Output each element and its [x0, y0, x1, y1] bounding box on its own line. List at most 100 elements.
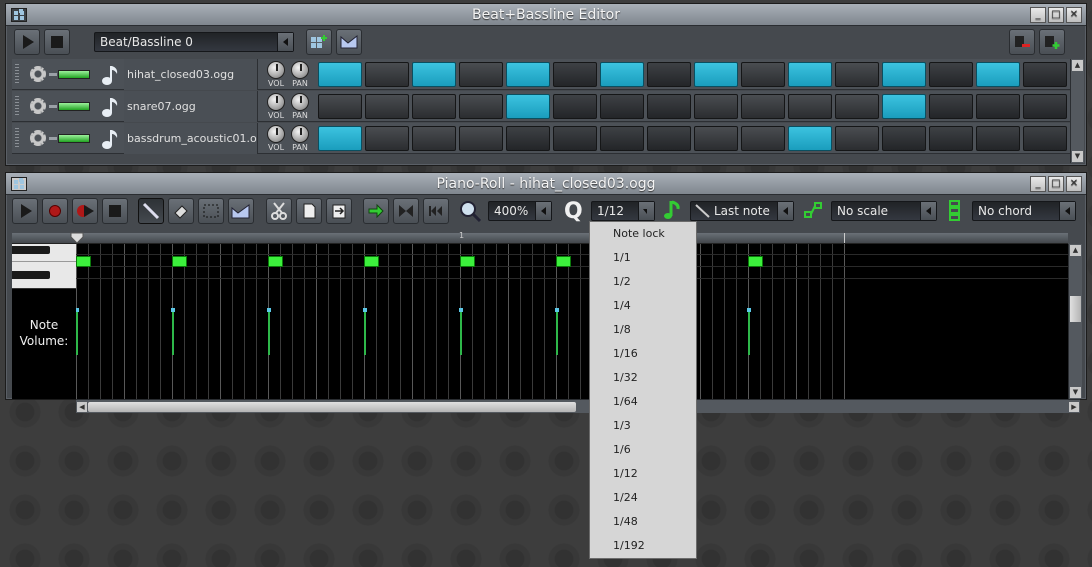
drag-handle-icon[interactable]: [15, 64, 19, 85]
track-name-button[interactable]: hihat_closed03.ogg: [124, 59, 258, 90]
pan-knob[interactable]: PAN: [290, 125, 310, 152]
remove-steps-button[interactable]: [1009, 29, 1035, 55]
note-volume-bar[interactable]: [363, 308, 367, 355]
step-button[interactable]: [647, 126, 691, 151]
zoom-select[interactable]: 400%: [488, 201, 552, 221]
note-block[interactable]: [556, 256, 571, 267]
piano-roll-vertical-scrollbar[interactable]: ▲ ▼: [1068, 244, 1082, 399]
pattern-select[interactable]: Beat/Bassline 0: [94, 32, 294, 52]
scrollbar-thumb[interactable]: [88, 402, 576, 412]
quantize-menu-item[interactable]: 1/8: [590, 318, 696, 342]
step-button[interactable]: [506, 62, 550, 87]
step-button[interactable]: [976, 94, 1020, 119]
track-name-button[interactable]: snare07.ogg: [124, 91, 258, 122]
step-button[interactable]: [365, 94, 409, 119]
note-block[interactable]: [172, 256, 187, 267]
cut-button[interactable]: [266, 198, 292, 224]
step-button[interactable]: [976, 62, 1020, 87]
step-button[interactable]: [694, 126, 738, 151]
step-button[interactable]: [694, 62, 738, 87]
record-button[interactable]: [42, 198, 68, 224]
volume-knob[interactable]: VOL: [266, 61, 286, 88]
step-button[interactable]: [835, 126, 879, 151]
quantize-menu-item[interactable]: 1/6: [590, 438, 696, 462]
close-button[interactable]: ✕: [1066, 7, 1082, 23]
jump-to-start-button[interactable]: [423, 198, 449, 224]
quantize-menu-item[interactable]: 1/32: [590, 366, 696, 390]
step-button[interactable]: [788, 94, 832, 119]
step-button[interactable]: [412, 94, 456, 119]
step-button[interactable]: [318, 62, 362, 87]
note-block[interactable]: [76, 256, 91, 267]
step-button[interactable]: [929, 62, 973, 87]
quantize-menu-item[interactable]: 1/48: [590, 510, 696, 534]
gear-icon[interactable]: [30, 66, 46, 82]
quantize-menu-item[interactable]: 1/16: [590, 342, 696, 366]
scale-select[interactable]: No scale: [831, 201, 937, 221]
maximize-button[interactable]: □: [1048, 176, 1064, 192]
step-button[interactable]: [365, 126, 409, 151]
pr-play-button[interactable]: [12, 198, 38, 224]
step-button[interactable]: [1023, 126, 1067, 151]
quantize-menu-item[interactable]: 1/24: [590, 486, 696, 510]
step-button[interactable]: [647, 62, 691, 87]
note-volume-bar[interactable]: [555, 308, 559, 355]
beat-editor-scrollbar[interactable]: ▲ ▼: [1070, 59, 1084, 163]
scroll-up-icon[interactable]: ▲: [1070, 245, 1081, 256]
bb-stop-button[interactable]: [44, 29, 70, 55]
step-button[interactable]: [1023, 62, 1067, 87]
step-button[interactable]: [788, 126, 832, 151]
track-name-button[interactable]: bassdrum_acoustic01.ogg: [124, 123, 258, 154]
step-button[interactable]: [600, 126, 644, 151]
note-block[interactable]: [748, 256, 763, 267]
note-block[interactable]: [460, 256, 475, 267]
erase-mode-button[interactable]: [168, 198, 194, 224]
step-button[interactable]: [553, 94, 597, 119]
piano-roll-titlebar[interactable]: Piano-Roll - hihat_closed03.ogg _ □ ✕: [6, 173, 1086, 195]
scroll-right-icon[interactable]: ▶: [1069, 402, 1079, 412]
quantize-select[interactable]: 1/12: [591, 201, 655, 221]
pitch-bend-mode-button[interactable]: [228, 198, 254, 224]
step-button[interactable]: [600, 94, 644, 119]
quantize-menu-item[interactable]: 1/4: [590, 294, 696, 318]
quantize-menu-item[interactable]: 1/12: [590, 462, 696, 486]
black-key[interactable]: [12, 271, 50, 279]
quantize-menu-item[interactable]: 1/64: [590, 390, 696, 414]
step-button[interactable]: [459, 94, 503, 119]
note-volume-bar[interactable]: [267, 308, 271, 355]
step-button[interactable]: [318, 126, 362, 151]
step-button[interactable]: [318, 94, 362, 119]
step-button[interactable]: [553, 126, 597, 151]
glue-notes-button[interactable]: [363, 198, 389, 224]
step-button[interactable]: [929, 126, 973, 151]
drag-handle-icon[interactable]: [15, 96, 19, 117]
step-button[interactable]: [835, 62, 879, 87]
minimize-button[interactable]: _: [1030, 176, 1046, 192]
step-button[interactable]: [553, 62, 597, 87]
quantize-menu-item[interactable]: 1/2: [590, 270, 696, 294]
copy-button[interactable]: [296, 198, 322, 224]
note-volume-bar[interactable]: [171, 308, 175, 355]
step-button[interactable]: [459, 62, 503, 87]
add-automation-button[interactable]: [336, 29, 362, 55]
draw-mode-button[interactable]: [138, 198, 164, 224]
gear-icon[interactable]: [30, 130, 46, 146]
piano-roll-horizontal-scrollbar[interactable]: ◀ ▶: [76, 399, 1080, 413]
mute-toggle[interactable]: [49, 134, 90, 143]
scroll-down-icon[interactable]: ▼: [1070, 387, 1081, 398]
black-key[interactable]: [12, 246, 50, 254]
piano-keys[interactable]: [12, 244, 76, 288]
step-button[interactable]: [506, 126, 550, 151]
beat-editor-titlebar[interactable]: Beat+Bassline Editor _ □ ✕: [6, 4, 1086, 26]
volume-knob[interactable]: VOL: [266, 93, 286, 120]
note-volume-bar[interactable]: [75, 308, 79, 355]
timeline-ruler[interactable]: 1: [12, 231, 1068, 244]
step-button[interactable]: [1023, 94, 1067, 119]
step-button[interactable]: [741, 94, 785, 119]
step-button[interactable]: [412, 62, 456, 87]
scroll-left-icon[interactable]: ◀: [77, 402, 87, 412]
minimize-button[interactable]: _: [1030, 7, 1046, 23]
scroll-down-icon[interactable]: ▼: [1072, 151, 1083, 162]
step-button[interactable]: [835, 94, 879, 119]
step-button[interactable]: [694, 94, 738, 119]
